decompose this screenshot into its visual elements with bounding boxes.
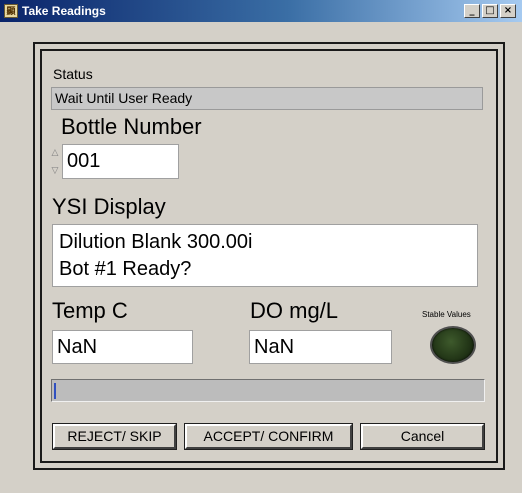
take-readings-window: 顯 Take Readings _ □ × Status Wait Until … [0, 0, 522, 493]
window-title: Take Readings [22, 4, 106, 18]
cancel-button[interactable]: Cancel [360, 423, 485, 450]
maximize-button[interactable]: □ [482, 4, 498, 18]
progress-bar [51, 379, 485, 402]
ysi-display-label: YSI Display [52, 194, 166, 219]
bottle-number-spinner: △ ▽ [50, 144, 60, 180]
close-button[interactable]: × [500, 4, 516, 18]
bottle-number-label: Bottle Number [61, 114, 202, 139]
panel: Status Wait Until User Ready Bottle Numb… [10, 22, 512, 485]
accept-confirm-button[interactable]: ACCEPT/ CONFIRM [184, 423, 353, 450]
temp-value: NaN [52, 330, 193, 364]
status-label: Status [53, 66, 93, 82]
title-bar[interactable]: 顯 Take Readings _ □ × [0, 0, 522, 22]
stable-values-label: Stable Values [422, 310, 471, 319]
bottle-number-input[interactable]: 001 [62, 144, 179, 179]
ysi-display-line-1: Dilution Blank 300.00i [59, 231, 253, 253]
increment-arrow-icon[interactable]: △ [50, 144, 60, 162]
temp-label: Temp C [52, 298, 128, 323]
ysi-display-box: Dilution Blank 300.00i Bot #1 Ready? [52, 224, 478, 287]
status-indicator: Wait Until User Ready [51, 87, 483, 110]
reject-skip-button[interactable]: REJECT/ SKIP [52, 423, 177, 450]
decrement-arrow-icon[interactable]: ▽ [50, 162, 60, 180]
progress-fill [54, 383, 56, 399]
window-controls: _ □ × [464, 4, 516, 18]
do-value: NaN [249, 330, 392, 364]
ysi-display-line-2: Bot #1 Ready? [59, 258, 192, 280]
stable-values-led-icon [430, 326, 476, 364]
app-icon: 顯 [4, 4, 18, 18]
minimize-button[interactable]: _ [464, 4, 480, 18]
do-label: DO mg/L [250, 298, 339, 323]
